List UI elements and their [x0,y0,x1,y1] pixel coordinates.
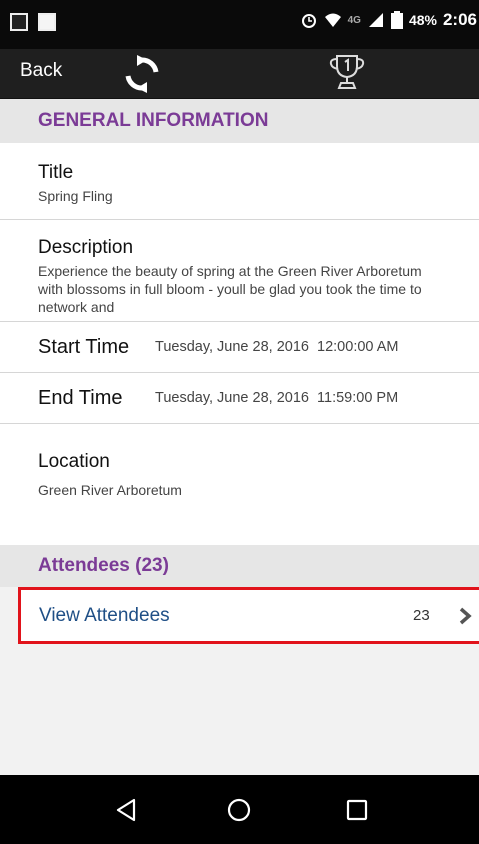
wifi-icon [324,13,341,27]
end-time-label: End Time [38,386,123,409]
image-notification-icon [10,13,28,31]
action-bar: Back [0,49,479,99]
description-label: Description [38,237,134,258]
attendee-count: 23 [413,607,430,624]
back-button[interactable]: Back [20,60,62,82]
general-information-header: GENERAL INFORMATION [0,99,479,143]
app-screen: 4G 48% 2:06 Back GENERAL INFORMATION Tit… [0,0,479,844]
network-type: 4G [347,14,361,26]
view-attendees-button[interactable]: View Attendees 23 [18,587,479,644]
start-time-label: Start Time [38,335,130,358]
nav-recents-icon[interactable] [342,795,372,825]
notification-icons [10,13,56,31]
location-label: Location [38,451,110,472]
title-label: Title [38,162,74,183]
event-details: GENERAL INFORMATION Title Spring Fling D… [0,99,479,775]
trophy-icon[interactable] [327,52,367,92]
location-field: Location Green River Arboretum [0,424,479,545]
square-notification-icon [38,13,56,31]
description-value: Experience the beauty of spring at the G… [38,263,422,315]
attendees-header: Attendees (23) [0,545,479,587]
battery-percent: 48% [408,12,437,28]
system-status: 4G 48% 2:06 [300,10,477,30]
title-field: Title Spring Fling [0,143,479,220]
navigation-bar [0,775,479,844]
start-time-field: Start Time Tuesday, June 28, 2016 12:00:… [0,322,479,373]
battery-icon [390,11,403,29]
alarm-icon [301,14,316,28]
location-value: Green River Arboretum [38,482,182,498]
chevron-right-icon [459,607,472,624]
title-value: Spring Fling [38,188,113,204]
refresh-icon[interactable] [123,55,161,93]
signal-icon [368,13,383,27]
end-time-value: Tuesday, June 28, 2016 11:59:00 PM [155,390,399,406]
start-time-value: Tuesday, June 28, 2016 12:00:00 AM [155,339,399,355]
status-bar: 4G 48% 2:06 [0,0,479,49]
clock: 2:06 [442,10,477,29]
end-time-field: End Time Tuesday, June 28, 2016 11:59:00… [0,373,479,424]
description-field: Description Experience the beauty of spr… [0,220,479,322]
view-attendees-label: View Attendees [39,604,170,626]
nav-back-icon[interactable] [112,795,142,825]
nav-home-icon[interactable] [224,795,254,825]
